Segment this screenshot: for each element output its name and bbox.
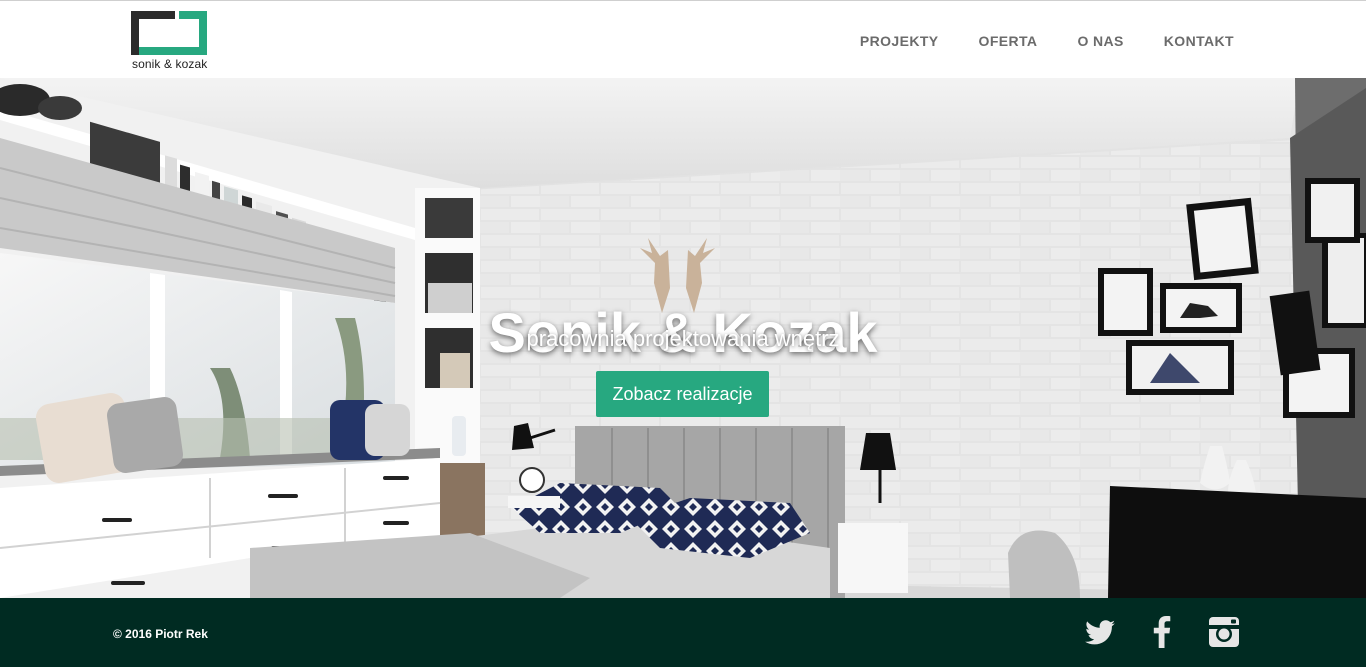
nav-item-o-nas[interactable]: O NAS (1077, 33, 1123, 49)
nav-item-projekty[interactable]: PROJEKTY (860, 33, 939, 49)
view-projects-button[interactable]: Zobacz realizacje (596, 371, 769, 417)
facebook-icon[interactable] (1146, 616, 1178, 648)
copyright-text: © 2016 Piotr Rek (113, 627, 208, 641)
social-links (1084, 616, 1240, 648)
nav-item-oferta[interactable]: OFERTA (979, 33, 1038, 49)
logo-text: sonik & kozak (132, 57, 208, 71)
twitter-icon[interactable] (1084, 616, 1116, 648)
site-footer: © 2016 Piotr Rek (0, 598, 1366, 667)
logo-icon (131, 11, 207, 55)
instagram-icon[interactable] (1208, 616, 1240, 648)
main-nav: PROJEKTY OFERTA O NAS KONTAKT (860, 33, 1234, 49)
site-header: sonik & kozak PROJEKTY OFERTA O NAS KONT… (0, 0, 1366, 78)
hero-subtitle: pracownia projektowania wnętrz (526, 326, 840, 351)
logo-link[interactable]: sonik & kozak (131, 11, 213, 71)
hero-section: Sonik & Kozak pracownia projektowania wn… (0, 78, 1366, 598)
nav-item-kontakt[interactable]: KONTAKT (1164, 33, 1234, 49)
